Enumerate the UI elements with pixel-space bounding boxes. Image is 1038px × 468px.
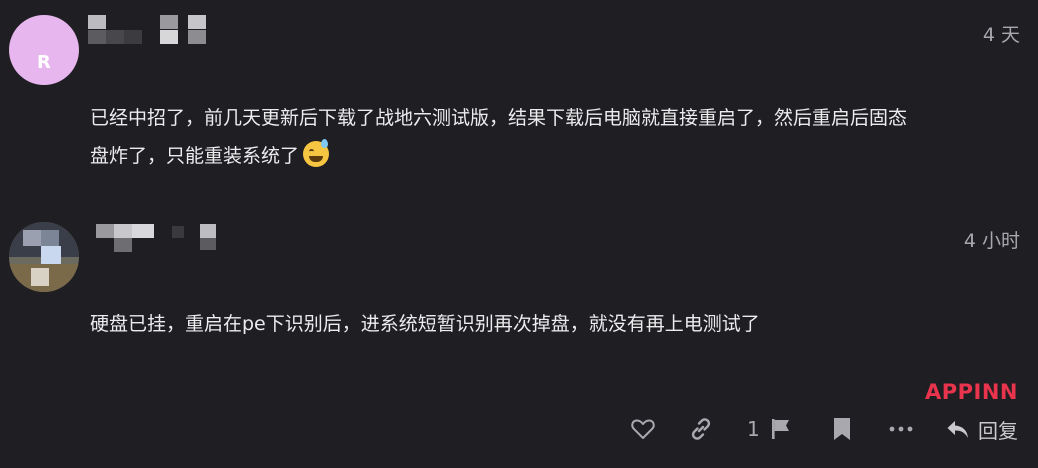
sweat-smile-emoji-icon: [303, 139, 330, 167]
post-content-line-2: 盘炸了，只能重装系统了: [90, 137, 1025, 175]
post-time[interactable]: 4 小时: [964, 226, 1020, 253]
link-icon: [691, 418, 711, 440]
reply-label: 回复: [978, 418, 1018, 443]
watermark: APPINN: [925, 380, 1018, 404]
post-content: 已经中招了，前几天更新后下载了战地六测试版，结果下载后电脑就直接重启了，然后重启…: [90, 99, 1025, 175]
post-content: 硬盘已挂，重启在pe下识别后，进系统短暂识别再次掉盘，就没有再上电测试了: [90, 313, 760, 335]
heart-icon: [631, 419, 655, 439]
ellipsis-icon: [889, 426, 913, 432]
avatar-letter: R: [37, 52, 51, 73]
bookmark-button[interactable]: [831, 412, 853, 446]
like-count: 1: [747, 417, 760, 441]
more-options-button[interactable]: [888, 412, 914, 446]
copy-link-button[interactable]: [688, 412, 714, 446]
bookmark-icon: [834, 418, 850, 440]
like-button[interactable]: [630, 412, 656, 446]
flag-icon: [771, 419, 789, 439]
post-actions: 1 回复: [0, 412, 1038, 446]
post-time[interactable]: 4 天: [983, 20, 1020, 47]
flag-button[interactable]: 1: [747, 412, 792, 446]
avatar[interactable]: R: [9, 15, 79, 85]
reply-arrow-icon: [947, 421, 968, 438]
avatar[interactable]: [9, 222, 79, 292]
reply-button[interactable]: 回复: [946, 412, 1018, 446]
post-content-text: 盘炸了，只能重装系统了: [90, 145, 300, 167]
post-content-line: 已经中招了，前几天更新后下载了战地六测试版，结果下载后电脑就直接重启了，然后重启…: [90, 107, 908, 129]
